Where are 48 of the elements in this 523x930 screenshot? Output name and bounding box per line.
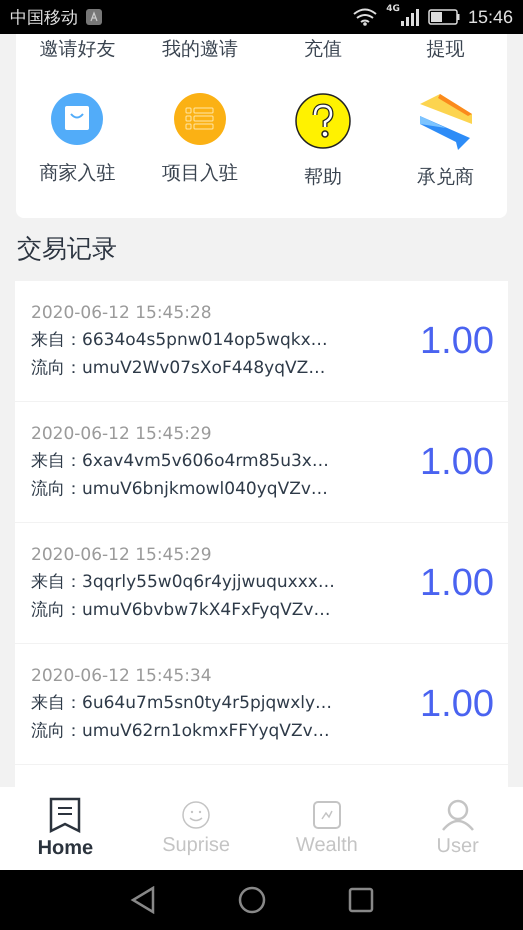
transaction-amount: 1.00 (420, 320, 494, 362)
user-icon (440, 799, 476, 831)
receiver-address: 流向：umuV62rn1okmxFFYyqVZv… (31, 720, 331, 742)
sender-address: 来自：6634o4s5pnw014op5wqkx… (31, 329, 329, 351)
transaction-time: 2020-06-12 15:45:29 (31, 545, 213, 565)
transaction-time: 2020-06-12 15:45:29 (31, 424, 213, 444)
menu-item-label[interactable]: 承兑商 (417, 164, 474, 190)
transaction-row[interactable]: 2020-06-12 15:45:29 来自：6xav4vm5v606o4rm85u3x… 流向：umuV6bnjkmowl040yqVZv… 1.00 (15, 402, 508, 522)
transaction-amount: 1.00 (420, 562, 494, 604)
sender-address: 来自：6xav4vm5v606o4rm85u3x… (31, 450, 330, 472)
home-icon[interactable] (238, 886, 266, 914)
receiver-address: 流向：umuV6bvbw7kX4FxFyqVZv… (31, 599, 332, 621)
menu-item-label[interactable]: 提现 (426, 36, 465, 62)
shopping-bag-icon (50, 92, 104, 146)
clock-time: 15:46 (468, 6, 513, 28)
menu-item-label[interactable]: 商家入驻 (39, 160, 116, 186)
carrier-name: 中国移动 (10, 6, 78, 28)
transaction-amount: 1.00 (420, 682, 494, 726)
menu-item-label[interactable]: 项目入驻 (162, 160, 238, 186)
transaction-amount: 1.00 (420, 440, 494, 484)
transaction-time: 2020-06-12 15:45:34 (31, 666, 213, 686)
menu-item-label[interactable]: 邀请好友 (39, 36, 116, 62)
transaction-time: 2020-06-12 15:45:28 (31, 303, 213, 323)
receiver-address: 流向：umuV2Wv07sXoF448yqVZ… (31, 357, 326, 379)
wifi-icon (352, 8, 378, 26)
list-icon (173, 92, 228, 146)
sender-address: 来自：6u64u7m5sn0ty4r5pjqwxly… (31, 692, 334, 714)
battery-icon (428, 9, 460, 25)
smiley-icon (181, 800, 212, 830)
back-icon[interactable] (130, 886, 156, 914)
transaction-row[interactable]: 2020-06-12 15:45:29 来自：3qqrly55w0q6r4yjjwuquxxx… 流向：umuV6bvbw7kX4FxFyqVZv… 1.00 (15, 523, 508, 643)
receiver-address: 流向：umuV6bnjkmowl040yqVZv… (31, 478, 329, 500)
transaction-row[interactable]: 2020-06-12 15:45:28 来自：6634o4s5pnw014op5wqkx… 流向：umuV2Wv07sXoF448yqVZ… 1.00 (15, 281, 508, 401)
sender-address: 来自：3qqrly55w0q6r4yjjwuquxxx… (31, 571, 336, 593)
question-icon (294, 92, 352, 150)
bookmark-icon (49, 797, 82, 833)
transaction-row[interactable]: 2020-06-12 15:45:34 来自：6u64u7m5sn0ty4r5pjqwxly… 流向：umuV62rn1okmxFFYyqVZv… 1.00 (15, 644, 508, 764)
recent-apps-icon[interactable] (348, 887, 374, 913)
stacked-blocks-icon (418, 92, 474, 150)
menu-item-label[interactable]: 帮助 (304, 164, 342, 190)
network-type: 4G (386, 4, 400, 14)
nav-tab[interactable]: Home (0, 787, 131, 870)
keyboard-badge-icon (86, 9, 102, 25)
menu-item-label[interactable]: 充值 (304, 36, 342, 62)
signal-icon (400, 8, 420, 26)
menu-item-label[interactable]: 我的邀请 (162, 36, 238, 62)
chart-square-icon (312, 800, 342, 830)
section-title: 交易记录 (16, 233, 118, 265)
